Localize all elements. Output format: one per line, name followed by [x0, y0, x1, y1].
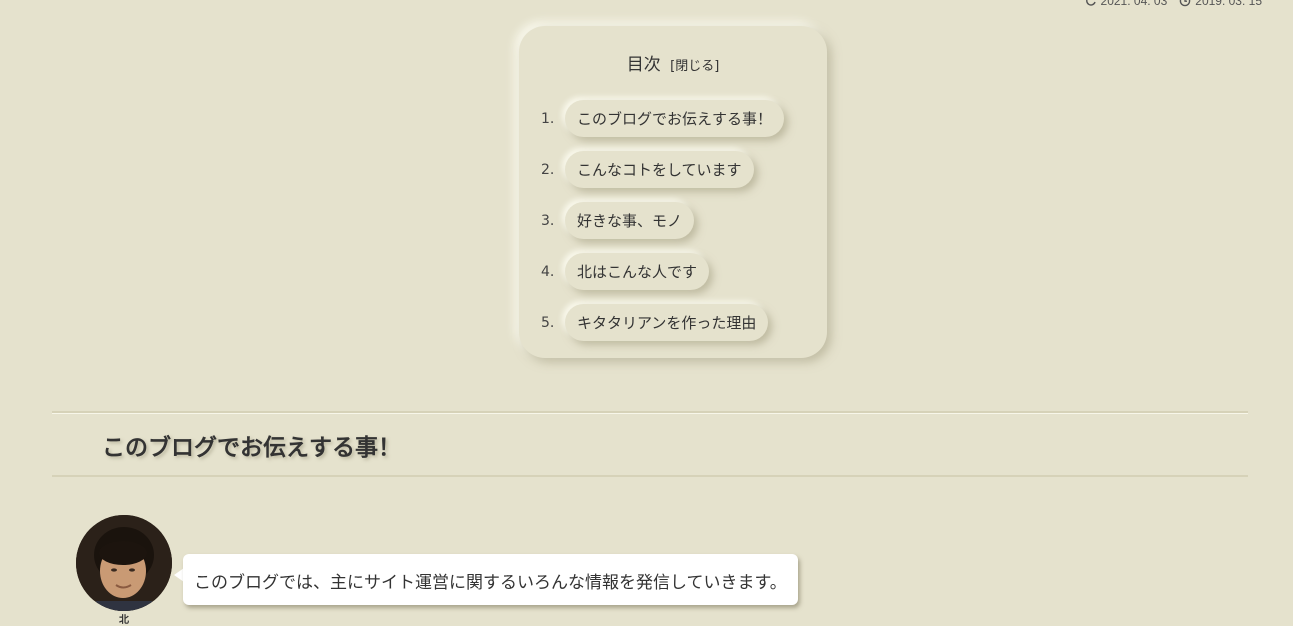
toc-toggle-link[interactable]: [閉じる] — [670, 59, 719, 74]
toc-item-5: 5. キタタリアンを作った理由 — [541, 304, 769, 341]
toc-item-4: 4. 北はこんな人です — [541, 253, 710, 290]
toc-link-4[interactable]: 北はこんな人です — [565, 253, 710, 290]
published-date-text: 2019. 03. 15 — [1195, 0, 1262, 8]
avatar — [76, 515, 172, 611]
avatar-image — [76, 515, 172, 611]
toc-link-3[interactable]: 好きな事、モノ — [565, 202, 695, 239]
section-heading: このブログでお伝えする事！ — [102, 435, 401, 461]
toc-item-1: 1. このブログでお伝えする事！ — [541, 100, 785, 137]
toc-header: 目次 [閉じる] — [519, 50, 827, 75]
toc-item-number: 2. — [541, 161, 555, 178]
toc-title: 目次 — [626, 55, 661, 75]
table-of-contents: 目次 [閉じる] 1. このブログでお伝えする事！ 2. こんなコトをしています… — [519, 26, 827, 358]
post-dates: 2021. 04. 03 2019. 03. 15 — [1085, 0, 1262, 8]
section-heading-block: このブログでお伝えする事！ — [52, 411, 1248, 477]
toc-link-2[interactable]: こんなコトをしています — [565, 151, 754, 188]
published-date: 2019. 03. 15 — [1179, 0, 1262, 8]
toc-item-number: 3. — [541, 212, 555, 229]
toc-item-number: 5. — [541, 314, 555, 331]
speech-text: このブログでは、主にサイト運営に関するいろんな情報を発信していきます。 — [194, 573, 787, 593]
clock-icon — [1179, 0, 1191, 7]
updated-date: 2021. 04. 03 — [1085, 0, 1168, 8]
toc-item-number: 4. — [541, 263, 555, 280]
toc-link-1[interactable]: このブログでお伝えする事！ — [565, 100, 785, 137]
toc-item-number: 1. — [541, 110, 555, 127]
toc-item-3: 3. 好きな事、モノ — [541, 202, 695, 239]
toc-item-2: 2. こんなコトをしています — [541, 151, 754, 188]
toc-link-5[interactable]: キタタリアンを作った理由 — [565, 304, 769, 341]
refresh-icon — [1085, 0, 1096, 6]
updated-date-text: 2021. 04. 03 — [1100, 0, 1168, 8]
speaker-name: 北 — [119, 615, 129, 626]
speech-bubble: このブログでは、主にサイト運営に関するいろんな情報を発信していきます。 — [183, 554, 798, 605]
